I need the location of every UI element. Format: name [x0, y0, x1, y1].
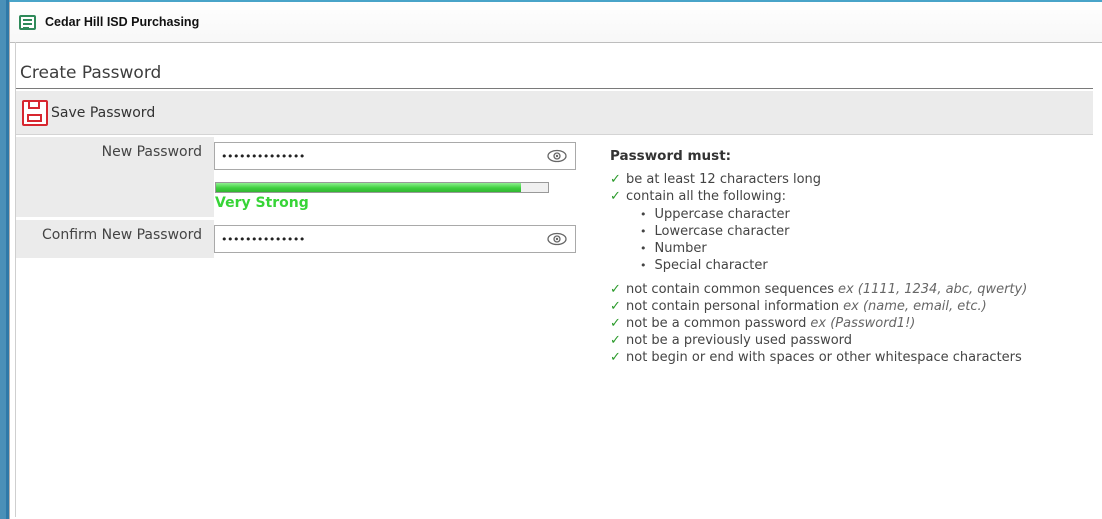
character-class-item: Number	[640, 240, 1090, 257]
check-icon: ✓	[610, 350, 621, 365]
window-title: Cedar Hill ISD Purchasing	[45, 15, 200, 29]
check-icon: ✓	[610, 299, 621, 314]
show-password-eye-icon[interactable]	[547, 149, 567, 163]
check-icon: ✓	[610, 189, 621, 204]
save-password-label: Save Password	[51, 104, 156, 121]
requirement-example: ex (name, email, etc.)	[843, 299, 987, 314]
save-password-button[interactable]: Save Password	[16, 91, 1093, 135]
title-bar: Cedar Hill ISD Purchasing	[10, 2, 1102, 43]
check-icon: ✓	[610, 316, 621, 331]
requirement-item: ✓ not be a common password ex (Password1…	[610, 316, 1090, 333]
requirement-text: not contain common sequences	[626, 282, 834, 297]
requirement-item: ✓ not contain personal information ex (n…	[610, 299, 1090, 316]
requirement-item: ✓ not contain common sequences ex (1111,…	[610, 282, 1090, 299]
app-form-icon	[19, 14, 36, 30]
confirm-password-input[interactable]	[221, 232, 531, 246]
page-title: Create Password	[20, 63, 162, 83]
password-requirements: Password must: ✓ be at least 12 characte…	[610, 148, 1090, 367]
requirement-text: not contain personal information	[626, 299, 840, 314]
new-password-input[interactable]	[221, 149, 531, 163]
requirement-text: be at least 12 characters long	[626, 172, 822, 187]
requirement-text: contain all the following:	[626, 189, 786, 204]
requirement-example: ex (1111, 1234, abc, qwerty)	[837, 282, 1028, 297]
character-class-item: Special character	[640, 257, 1090, 274]
character-class-item: Lowercase character	[640, 223, 1090, 240]
password-strength-meter	[215, 182, 549, 193]
check-icon: ✓	[610, 282, 621, 297]
character-class-list: Uppercase character Lowercase character …	[610, 206, 1090, 274]
requirement-item: ✓ be at least 12 characters long	[610, 172, 1090, 189]
requirement-text: not begin or end with spaces or other wh…	[626, 350, 1022, 365]
check-icon: ✓	[610, 172, 621, 187]
requirement-item: ✓ not begin or end with spaces or other …	[610, 350, 1090, 367]
password-strength-fill	[216, 183, 522, 192]
new-password-field-wrapper	[214, 142, 576, 170]
requirement-text: not be a previously used password	[626, 333, 853, 348]
header-divider	[16, 88, 1093, 89]
window-frame-left	[0, 0, 9, 519]
requirement-item: ✓ not be a previously used password	[610, 333, 1090, 350]
requirement-text: not be a common password	[626, 316, 807, 331]
password-strength-label: Very Strong	[215, 195, 309, 211]
floppy-disk-icon	[22, 99, 48, 126]
confirm-password-label: Confirm New Password	[16, 220, 214, 258]
confirm-password-field-wrapper	[214, 225, 576, 253]
character-class-item: Uppercase character	[640, 206, 1090, 223]
show-confirm-password-eye-icon[interactable]	[547, 232, 567, 246]
requirements-title: Password must:	[610, 148, 732, 164]
requirement-example: ex (Password1!)	[810, 316, 916, 331]
check-icon: ✓	[610, 333, 621, 348]
new-password-label: New Password	[16, 137, 214, 217]
requirement-item: ✓ contain all the following:	[610, 189, 1090, 206]
